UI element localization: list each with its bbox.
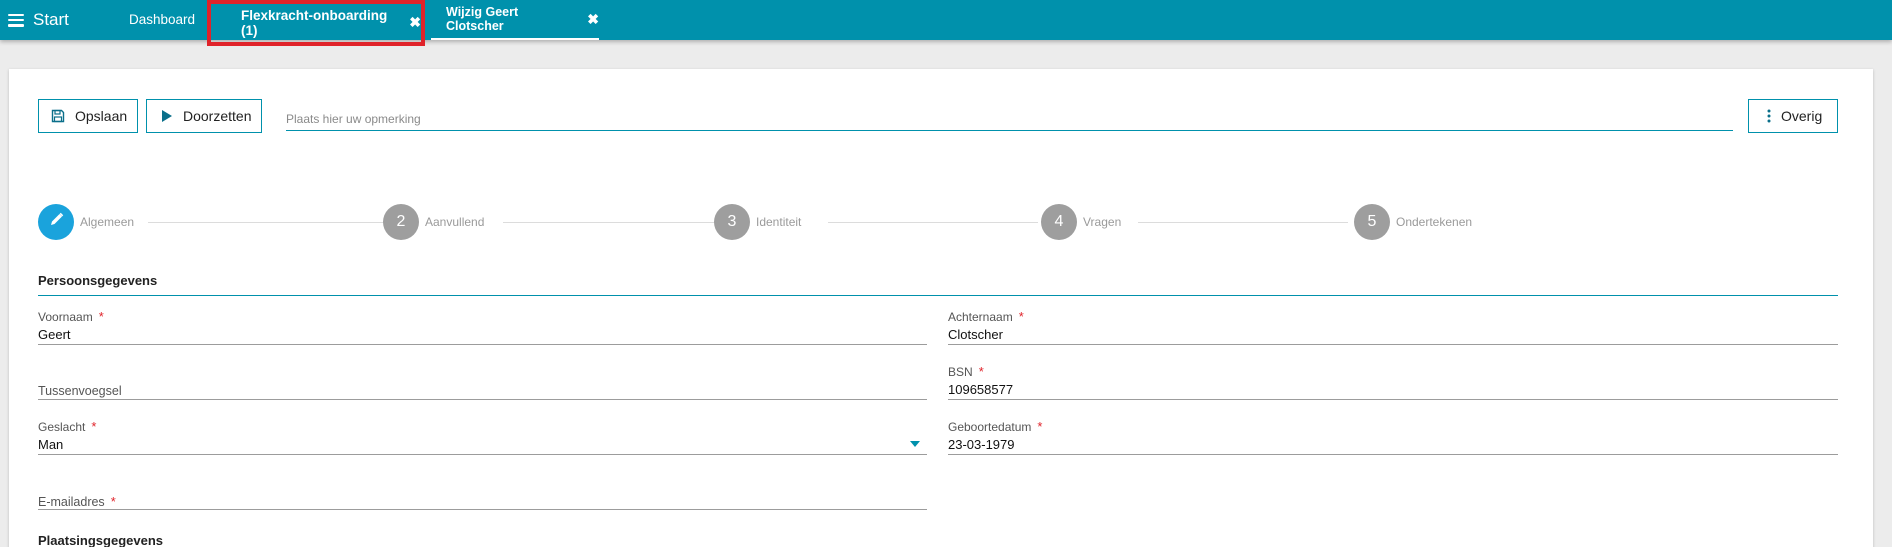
geslacht-label: Geslacht *: [38, 419, 97, 434]
section-title-plaatsingsgegevens: Plaatsingsgegevens: [38, 533, 163, 547]
required-marker: *: [978, 364, 984, 379]
step-circle: [38, 204, 74, 240]
section-divider: [38, 295, 1838, 296]
tab-flexkracht-onboarding[interactable]: Flexkracht-onboarding (1) ✖: [207, 0, 425, 46]
step-connector: [1138, 222, 1348, 223]
step-label: Aanvullend: [425, 215, 485, 229]
bsn-field[interactable]: BSN * 109658577: [948, 364, 1838, 400]
email-field[interactable]: E-mailadres *: [38, 474, 927, 510]
geslacht-value: Man: [38, 437, 64, 452]
voornaam-field[interactable]: Voornaam * Geert: [38, 309, 927, 345]
more-options-label: Overig: [1781, 108, 1823, 124]
remark-input[interactable]: [286, 107, 1733, 131]
tab-dashboard[interactable]: Dashboard: [129, 0, 195, 39]
tussenvoegsel-field[interactable]: Tussenvoegsel: [38, 364, 927, 400]
close-tab-icon[interactable]: ✖: [587, 11, 599, 28]
step-circle: 3: [714, 204, 750, 240]
save-button[interactable]: Opslaan: [38, 99, 138, 133]
required-marker: *: [110, 494, 116, 509]
step-label: Ondertekenen: [1396, 215, 1473, 229]
wizard-stepper: Algemeen 2 Aanvullend 3 Identiteit 4 Vra…: [38, 204, 1838, 240]
play-icon: [161, 109, 173, 123]
top-bar: Start Dashboard Flexkracht-onboarding (1…: [0, 0, 1892, 46]
step-vragen[interactable]: 4 Vragen: [1041, 204, 1121, 240]
step-aanvullend[interactable]: 2 Aanvullend: [383, 204, 484, 240]
form-panel: Opslaan Doorzetten Overig Algemeen 2: [9, 69, 1873, 547]
voornaam-label: Voornaam *: [38, 309, 104, 324]
tab-flexkracht-onboarding-label: Flexkracht-onboarding (1): [241, 8, 388, 38]
step-label: Algemeen: [80, 215, 135, 229]
step-circle: 4: [1041, 204, 1077, 240]
step-circle: 5: [1354, 204, 1390, 240]
geboortedatum-label: Geboortedatum *: [948, 419, 1043, 434]
step-ondertekenen[interactable]: 5 Ondertekenen: [1354, 204, 1472, 240]
geboortedatum-field[interactable]: Geboortedatum * 23-03-1979: [948, 419, 1838, 455]
hamburger-icon: [8, 13, 24, 27]
start-menu-button[interactable]: Start: [8, 9, 69, 31]
geslacht-select[interactable]: Geslacht * Man: [38, 419, 927, 455]
step-identiteit[interactable]: 3 Identiteit: [714, 204, 801, 240]
bsn-value: 109658577: [948, 382, 1014, 397]
required-marker: *: [91, 419, 97, 434]
required-marker: *: [98, 309, 104, 324]
geboortedatum-value: 23-03-1979: [948, 437, 1015, 452]
achternaam-label: Achternaam *: [948, 309, 1024, 324]
achternaam-field[interactable]: Achternaam * Clotscher: [948, 309, 1838, 345]
forward-button[interactable]: Doorzetten: [146, 99, 262, 133]
more-options-button[interactable]: Overig: [1748, 99, 1838, 133]
step-connector: [503, 222, 723, 223]
tussenvoegsel-label: Tussenvoegsel: [38, 384, 122, 398]
step-label: Vragen: [1083, 215, 1122, 229]
bsn-label: BSN *: [948, 364, 984, 379]
step-connector: [828, 222, 1038, 223]
floppy-disk-icon: [51, 109, 65, 123]
save-button-label: Opslaan: [75, 108, 128, 124]
tab-wijzig-geert-clotscher[interactable]: Wijzig Geert Clotscher ✖: [431, 0, 599, 40]
email-label: E-mailadres *: [38, 494, 116, 509]
tab-wijzig-label: Wijzig Geert Clotscher: [446, 5, 519, 33]
section-title-persoonsgegevens: Persoonsgegevens: [38, 273, 158, 288]
forward-button-label: Doorzetten: [183, 108, 252, 124]
pencil-icon: [49, 212, 64, 232]
required-marker: *: [1037, 419, 1043, 434]
required-marker: *: [1018, 309, 1024, 324]
start-menu-label: Start: [33, 10, 69, 29]
step-connector: [148, 222, 398, 223]
achternaam-value: Clotscher: [948, 327, 1003, 342]
step-circle: 2: [383, 204, 419, 240]
step-algemeen[interactable]: Algemeen: [38, 204, 134, 240]
voornaam-value: Geert: [38, 327, 71, 342]
kebab-menu-icon: [1767, 109, 1771, 123]
close-tab-icon[interactable]: ✖: [409, 14, 421, 31]
dropdown-arrow-icon[interactable]: [910, 441, 920, 447]
step-label: Identiteit: [756, 215, 802, 229]
tab-dashboard-label: Dashboard: [129, 11, 196, 27]
